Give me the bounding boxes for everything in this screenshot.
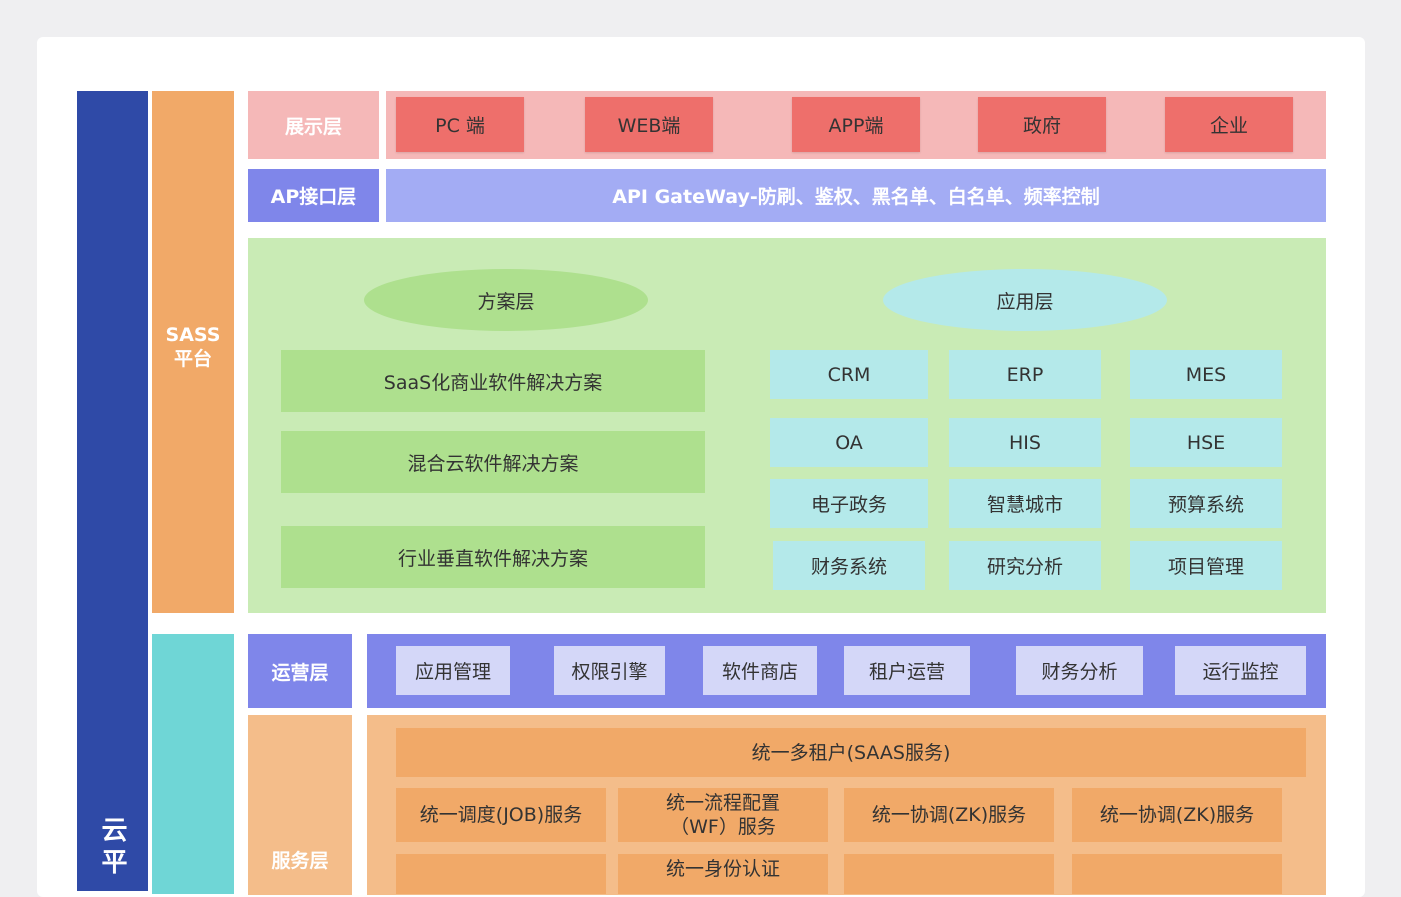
- saas-platform-bar: SASS 平台: [152, 91, 234, 613]
- saas-platform-label: SASS 平台: [165, 324, 221, 370]
- service-item-zk-coordination-2: 统一协调(ZK)服务: [1072, 788, 1282, 842]
- service-item-row3-3: [844, 854, 1054, 894]
- ops-item-financial-analysis: 财务分析: [1016, 646, 1143, 695]
- app-item-his: HIS: [949, 418, 1101, 467]
- app-item-smart-city: 智慧城市: [949, 479, 1101, 528]
- display-item-government: 政府: [978, 97, 1106, 152]
- ops-item-runtime-monitoring: 运行监控: [1175, 646, 1306, 695]
- app-item-research-analysis: 研究分析: [949, 541, 1101, 590]
- service-item-zk-coordination-1: 统一协调(ZK)服务: [844, 788, 1054, 842]
- app-item-hse: HSE: [1130, 418, 1282, 467]
- app-item-budget-system: 预算系统: [1130, 479, 1282, 528]
- api-gateway-row: API GateWay-防刷、鉴权、黑名单、白名单、频率控制: [386, 169, 1326, 222]
- application-layer-title: 应用层: [883, 269, 1167, 331]
- scheme-layer-title: 方案层: [364, 269, 648, 331]
- display-layer-label: 展示层: [248, 91, 379, 159]
- scheme-item-hybrid-cloud: 混合云软件解决方案: [281, 431, 705, 493]
- service-item-job-scheduling: 统一调度(JOB)服务: [396, 788, 606, 842]
- service-multi-tenant-header: 统一多租户(SAAS服务): [396, 728, 1306, 777]
- display-item-web: WEB端: [585, 97, 713, 152]
- app-item-crm: CRM: [770, 350, 928, 399]
- app-item-erp: ERP: [949, 350, 1101, 399]
- display-item-enterprise: 企业: [1165, 97, 1293, 152]
- app-item-oa: OA: [770, 418, 928, 467]
- service-item-row3-4: [1072, 854, 1282, 894]
- cloud-platform-bar: 云平: [77, 91, 148, 891]
- app-item-mes: MES: [1130, 350, 1282, 399]
- cloud-platform-label: 云平: [97, 816, 127, 880]
- service-item-identity-auth: 统一身份认证: [618, 854, 828, 894]
- service-layer-label: 服务层: [271, 850, 329, 872]
- api-layer-label: AP接口层: [248, 169, 379, 222]
- ops-item-permission-engine: 权限引擎: [554, 646, 665, 695]
- scheme-item-vertical: 行业垂直软件解决方案: [281, 526, 705, 588]
- service-item-workflow-config: 统一流程配置 （WF）服务: [618, 788, 828, 842]
- ops-item-app-management: 应用管理: [396, 646, 510, 695]
- ops-item-tenant-operations: 租户运营: [844, 646, 970, 695]
- cloud-platform-label-wrap: 云平: [77, 816, 148, 880]
- service-layer-label-box: 服务层: [248, 715, 352, 895]
- scheme-item-saas: SaaS化商业软件解决方案: [281, 350, 705, 412]
- ops-item-software-store: 软件商店: [703, 646, 817, 695]
- service-item-row3-1: [396, 854, 606, 894]
- lower-platform-bar: [152, 634, 234, 894]
- app-item-e-government: 电子政务: [770, 479, 928, 528]
- display-item-app: APP端: [792, 97, 920, 152]
- operations-layer-label: 运营层: [248, 634, 352, 708]
- display-item-pc: PC 端: [396, 97, 524, 152]
- app-item-finance-system: 财务系统: [773, 541, 925, 590]
- app-item-project-management: 项目管理: [1130, 541, 1282, 590]
